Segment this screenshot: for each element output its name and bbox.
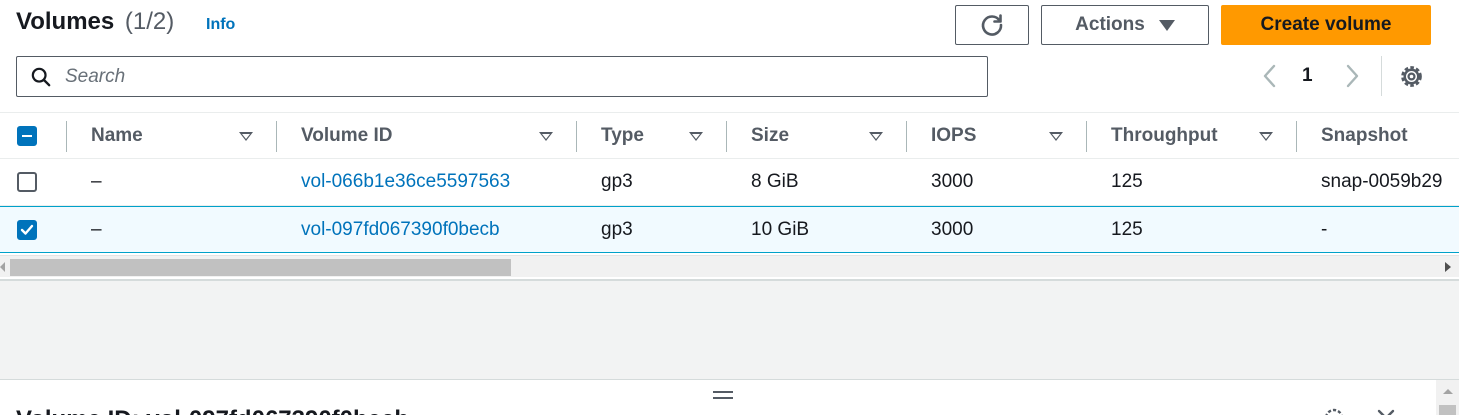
row-checkbox-checked[interactable] <box>17 219 37 240</box>
column-header-size[interactable]: Size <box>751 113 789 158</box>
row-checkbox-cell <box>17 159 37 205</box>
cell-iops: 3000 <box>931 218 974 240</box>
detail-panel: Volume ID: vol-097fd067390f0becb <box>0 379 1459 415</box>
search-input[interactable] <box>65 65 945 88</box>
search-icon <box>31 67 51 86</box>
cell-snapshot: snap-0059b29 <box>1321 171 1443 192</box>
column-header-volume-id[interactable]: Volume ID <box>301 113 393 158</box>
cell-type: gp3 <box>601 171 633 192</box>
checkmark-icon <box>20 224 34 235</box>
scrollbar-thumb[interactable] <box>1439 405 1456 415</box>
actions-dropdown[interactable]: Actions <box>1041 5 1209 45</box>
detail-panel-title: Volume ID: vol-097fd067390f0becb <box>16 406 409 415</box>
divider <box>0 279 1459 281</box>
sort-icon[interactable] <box>869 132 883 141</box>
column-divider[interactable] <box>1296 121 1297 152</box>
cell-throughput: 125 <box>1111 218 1143 240</box>
scrollbar-thumb[interactable] <box>10 259 511 276</box>
row-checkbox-cell <box>17 207 37 252</box>
gear-icon[interactable] <box>1322 406 1346 415</box>
cell-throughput: 125 <box>1111 171 1143 192</box>
column-header-snapshot[interactable]: Snapshot <box>1321 113 1408 158</box>
cell-volume-id-link[interactable]: vol-097fd067390f0becb <box>301 207 500 252</box>
column-divider <box>66 121 67 152</box>
cell-iops: 3000 <box>931 171 974 192</box>
refresh-icon <box>981 14 1003 36</box>
volumes-table: Name Volume ID Type Size IOPS Throughput… <box>0 112 1459 254</box>
column-divider[interactable] <box>276 121 277 152</box>
select-all-checkbox-cell <box>17 113 37 158</box>
column-divider[interactable] <box>1086 121 1087 152</box>
cell-type: gp3 <box>601 218 633 240</box>
vertical-scrollbar[interactable] <box>1436 380 1459 415</box>
cell-name: – <box>91 171 102 192</box>
search-box[interactable] <box>16 56 988 97</box>
scroll-left-icon[interactable] <box>0 262 5 272</box>
cell-volume-id-link[interactable]: vol-066b1e36ce5597563 <box>301 159 510 205</box>
cell-name: – <box>91 218 102 240</box>
gear-icon[interactable] <box>1398 63 1425 90</box>
sort-icon[interactable] <box>1049 132 1063 141</box>
cell-size: 8 GiB <box>751 171 799 192</box>
table-header-row: Name Volume ID Type Size IOPS Throughput… <box>0 112 1459 159</box>
table-row-selected[interactable]: – vol-097fd067390f0becb gp3 10 GiB 3000 … <box>0 206 1459 253</box>
divider <box>1381 56 1382 96</box>
row-checkbox[interactable] <box>17 172 37 192</box>
sort-icon[interactable] <box>239 132 253 141</box>
column-header-throughput[interactable]: Throughput <box>1111 113 1218 158</box>
selection-count: (1/2) <box>124 8 175 35</box>
refresh-button[interactable] <box>955 5 1029 45</box>
volumes-panel: Volumes (1/2) Info Actions Create volume… <box>0 0 1459 280</box>
caret-down-icon <box>1158 19 1175 31</box>
cell-snapshot: - <box>1321 218 1328 240</box>
close-icon[interactable] <box>1374 406 1398 415</box>
column-header-type[interactable]: Type <box>601 113 644 158</box>
column-divider[interactable] <box>906 121 907 152</box>
column-header-name[interactable]: Name <box>91 113 143 158</box>
sort-icon[interactable] <box>539 132 553 141</box>
table-row[interactable]: – vol-066b1e36ce5597563 gp3 8 GiB 3000 1… <box>0 159 1459 206</box>
previous-page-icon[interactable] <box>1258 62 1282 90</box>
page-number[interactable]: 1 <box>1302 65 1313 87</box>
horizontal-scrollbar[interactable] <box>0 255 1459 277</box>
next-page-icon[interactable] <box>1340 62 1364 90</box>
sort-icon[interactable] <box>1259 132 1273 141</box>
actions-label: Actions <box>1075 14 1145 35</box>
scroll-up-icon[interactable] <box>1443 389 1453 394</box>
sort-icon[interactable] <box>689 132 703 141</box>
select-all-checkbox[interactable] <box>17 125 37 146</box>
page-title-text: Volumes <box>16 8 115 35</box>
scroll-right-icon[interactable] <box>1445 262 1451 272</box>
resize-handle-icon[interactable] <box>713 389 733 401</box>
column-header-iops[interactable]: IOPS <box>931 113 976 158</box>
column-divider[interactable] <box>726 121 727 152</box>
cell-size: 10 GiB <box>751 218 810 240</box>
create-volume-button[interactable]: Create volume <box>1221 5 1431 45</box>
info-link[interactable]: Info <box>206 16 235 34</box>
column-divider[interactable] <box>576 121 577 152</box>
page-title: Volumes (1/2) <box>16 8 174 36</box>
